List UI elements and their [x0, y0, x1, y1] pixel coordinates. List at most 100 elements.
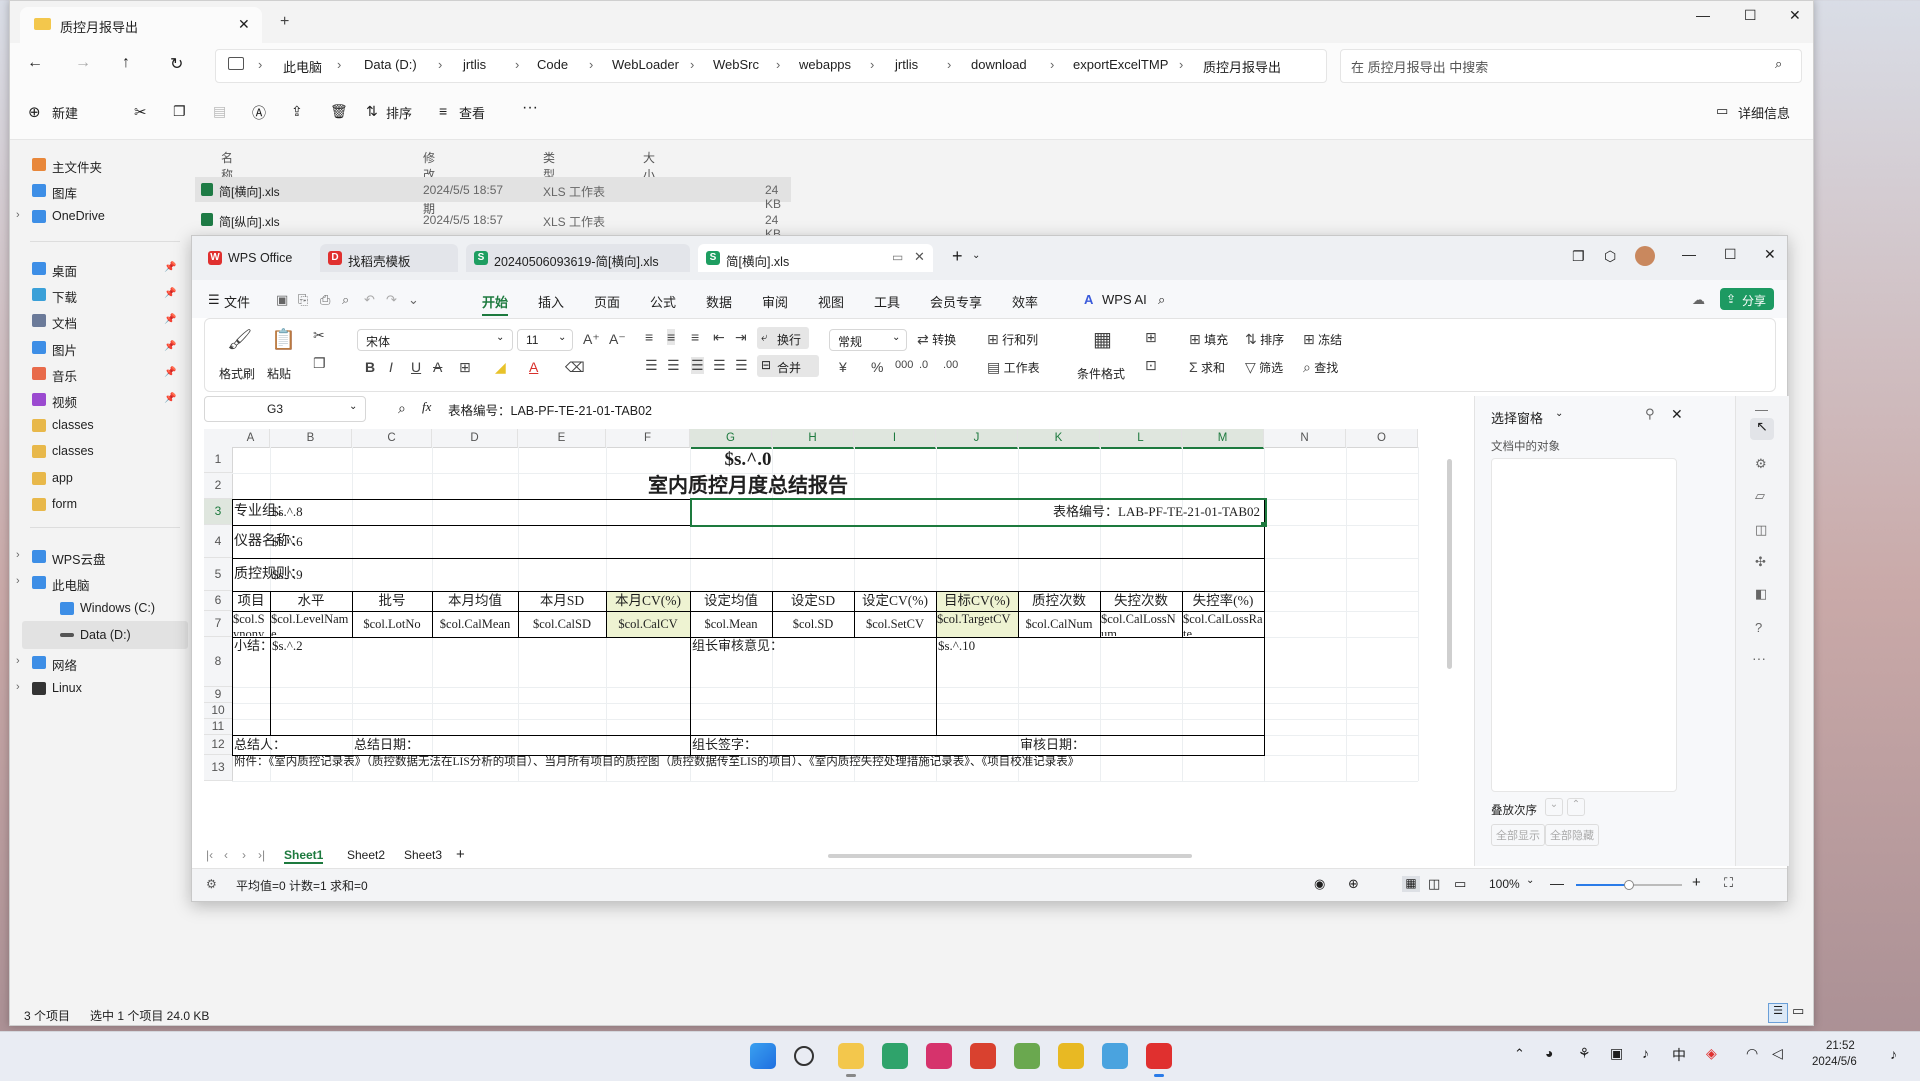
- table-header-cell[interactable]: 水平: [270, 591, 352, 611]
- print-icon[interactable]: ⎙: [320, 292, 330, 308]
- move-down-icon[interactable]: ⌄: [1545, 798, 1563, 816]
- underline-icon[interactable]: U: [411, 359, 421, 375]
- align-right-icon[interactable]: ☰: [691, 357, 704, 374]
- close-button[interactable]: ✕: [1764, 246, 1776, 263]
- breadcrumb[interactable]: › 此电脑 › Data (D:) › jrtlis › Code › WebL…: [215, 49, 1327, 83]
- format-painter-button[interactable]: 格式刷: [219, 365, 255, 382]
- row-header[interactable]: 11: [204, 719, 233, 735]
- tab-wps-office[interactable]: W WPS Office: [200, 244, 312, 272]
- row-header[interactable]: 6: [204, 591, 233, 611]
- print-preview-icon[interactable]: ⌕: [342, 292, 349, 308]
- details-view-icon[interactable]: ☰: [1768, 1003, 1788, 1023]
- crumb-download[interactable]: download: [971, 57, 1027, 72]
- table-header-cell[interactable]: 本月均值: [432, 591, 518, 611]
- column-header[interactable]: O: [1346, 429, 1418, 448]
- copy-icon[interactable]: ❐: [313, 355, 326, 372]
- focus-icon[interactable]: ⊕: [1348, 876, 1359, 892]
- table-template-cell[interactable]: $col.Mean: [691, 612, 771, 636]
- sort-button[interactable]: ⇅ 排序: [1245, 331, 1284, 348]
- table-header-cell[interactable]: 本月SD: [518, 591, 606, 611]
- cloud-icon[interactable]: ☁: [1692, 292, 1705, 308]
- freeze-button[interactable]: ⊞ 冻结: [1303, 331, 1342, 348]
- menu-review[interactable]: 审阅: [762, 292, 788, 311]
- column-header[interactable]: H: [772, 429, 854, 449]
- last-sheet-icon[interactable]: ›|: [258, 848, 265, 862]
- qq-icon[interactable]: ◕: [1545, 1045, 1553, 1061]
- minimize-button[interactable]: —: [1682, 246, 1696, 262]
- cell-border-icon[interactable]: ⊡: [1145, 357, 1157, 374]
- minimize-button[interactable]: —: [1696, 7, 1710, 23]
- collapse-icon[interactable]: —: [1755, 402, 1768, 417]
- row-header[interactable]: 2: [204, 473, 233, 499]
- italic-icon[interactable]: I: [389, 359, 393, 375]
- avatar[interactable]: [1635, 246, 1655, 266]
- search-box[interactable]: 在 质控月报导出 中搜索 ⌕: [1340, 49, 1802, 83]
- book-icon[interactable]: ◧: [1755, 586, 1767, 602]
- select-cursor-icon[interactable]: ↖: [1750, 418, 1774, 440]
- cell-value[interactable]: $s.^.9: [272, 558, 472, 591]
- horizontal-scrollbar[interactable]: [828, 854, 1192, 858]
- display-icon[interactable]: ▣: [1610, 1045, 1623, 1062]
- close-tab-icon[interactable]: ✕: [238, 16, 250, 33]
- pin-icon[interactable]: ⚲: [1645, 406, 1655, 422]
- details-button[interactable]: 详细信息: [1738, 103, 1790, 122]
- row-header[interactable]: 1: [204, 447, 233, 473]
- menu-home[interactable]: 开始: [482, 292, 509, 316]
- page-layout-icon[interactable]: ◫: [1428, 876, 1440, 892]
- redis-icon[interactable]: [970, 1043, 996, 1069]
- table-header-cell[interactable]: 设定均值: [690, 591, 772, 611]
- table-header-cell[interactable]: 失控率(%): [1182, 591, 1264, 611]
- crumb-code[interactable]: Code: [537, 57, 568, 72]
- more-button[interactable]: ···: [522, 99, 538, 117]
- zoom-out-icon[interactable]: —: [1550, 875, 1564, 891]
- microphone-icon[interactable]: ♪: [1642, 1045, 1649, 1061]
- clear-format-icon[interactable]: ⌫: [565, 359, 585, 376]
- share-button[interactable]: ⇪ 分享: [1720, 288, 1774, 310]
- fx-icon[interactable]: fx: [422, 399, 431, 415]
- file-row[interactable]: 简[纵向].xls 2024/5/5 18:57 XLS 工作表 24 KB: [195, 207, 791, 241]
- table-template-cell[interactable]: $col.CalNum: [1019, 612, 1099, 636]
- table-template-cell[interactable]: $col.SD: [773, 612, 853, 636]
- cell-label[interactable]: 组长签字：: [692, 735, 812, 755]
- column-header[interactable]: I: [854, 429, 936, 449]
- formula-input[interactable]: 表格编号：LAB-PF-TE-21-01-TAB02: [448, 396, 1456, 420]
- chart-icon[interactable]: [1014, 1043, 1040, 1069]
- macro-icon[interactable]: ⚙: [206, 877, 217, 891]
- table-header-cell[interactable]: 质控次数: [1018, 591, 1100, 611]
- sort-button[interactable]: 排序: [386, 103, 412, 122]
- row-header[interactable]: 13: [204, 755, 233, 781]
- crumb-this-pc[interactable]: 此电脑: [283, 57, 322, 76]
- column-header[interactable]: M: [1182, 429, 1264, 449]
- photos-icon[interactable]: [1102, 1043, 1128, 1069]
- fullscreen-icon[interactable]: ⛶: [1724, 875, 1733, 891]
- tab-workbook-active[interactable]: S 简[横向].xls ▭ ✕: [698, 244, 933, 272]
- conditional-format-icon[interactable]: ▦: [1093, 327, 1112, 352]
- thousands-icon[interactable]: 000: [895, 359, 913, 371]
- column-header[interactable]: K: [1018, 429, 1100, 449]
- spreadsheet-grid[interactable]: A B C D E F G H I J K L M N O 1 2 3 4 5 6 7 8 9 10 11 12 13 $s.^.0 室内…: [204, 429, 1464, 829]
- page-break-icon[interactable]: ▭: [1454, 876, 1466, 892]
- table-header-cell[interactable]: 设定SD: [772, 591, 854, 611]
- paste-icon[interactable]: 📋: [271, 327, 296, 352]
- table-header-cell[interactable]: 批号: [352, 591, 432, 611]
- crumb-current[interactable]: 质控月报导出: [1203, 57, 1281, 76]
- close-tab-icon[interactable]: ✕: [914, 249, 925, 265]
- normal-view-icon[interactable]: ▦: [1402, 876, 1420, 892]
- start-icon[interactable]: [750, 1043, 776, 1069]
- chevron-up-icon[interactable]: ⌃: [1514, 1046, 1525, 1062]
- view-button[interactable]: 查看: [459, 103, 485, 122]
- align-bottom-icon[interactable]: ≡: [691, 329, 699, 345]
- zoom-formula-icon[interactable]: ⌕: [398, 400, 406, 417]
- explorer-icon[interactable]: [838, 1043, 864, 1069]
- cell-style-icon[interactable]: ⊞: [1145, 329, 1157, 346]
- table-header-cell[interactable]: 本月CV(%): [606, 591, 690, 611]
- search-icon[interactable]: ⌕: [1158, 292, 1165, 308]
- file-row[interactable]: 简[横向].xls 2024/5/5 18:57 XLS 工作表 24 KB: [195, 177, 791, 211]
- delete-icon[interactable]: 🗑: [330, 103, 348, 120]
- sheet-tab-sheet1[interactable]: Sheet1: [284, 848, 324, 864]
- menu-member[interactable]: 会员专享: [930, 292, 982, 311]
- sheet-title-placeholder[interactable]: $s.^.0: [232, 447, 1264, 473]
- save-icon[interactable]: ▣: [276, 292, 288, 308]
- column-header[interactable]: G: [690, 429, 772, 449]
- number-format-select[interactable]: 常规 ⌄: [829, 329, 907, 351]
